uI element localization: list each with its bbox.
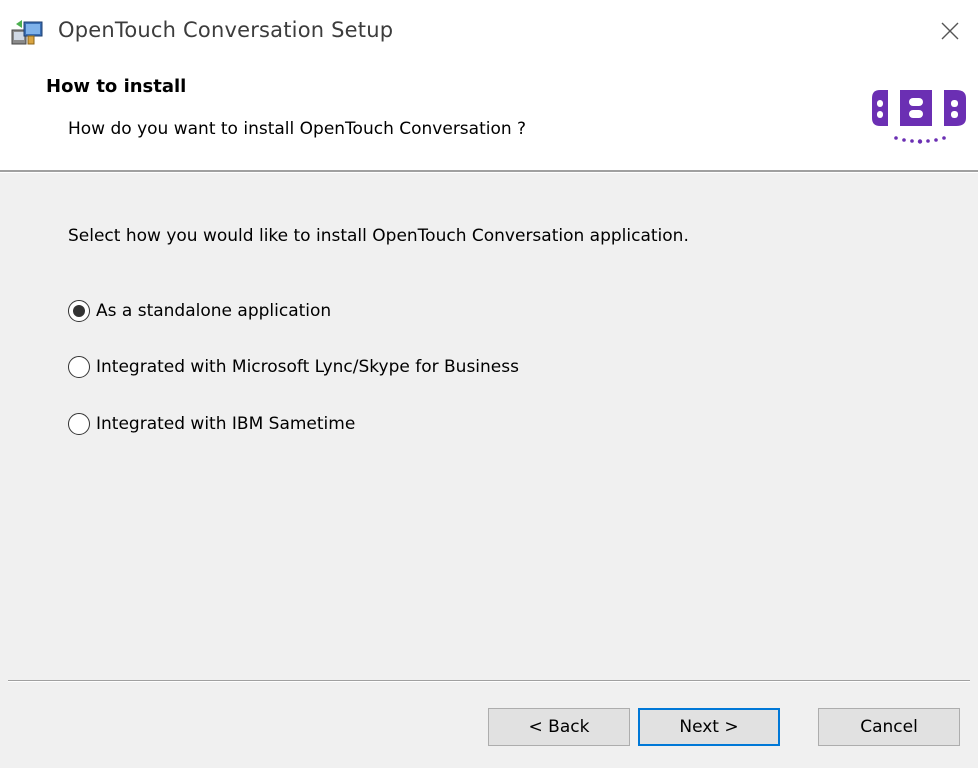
header-banner: How to install How do you want to instal… xyxy=(0,62,978,170)
page-title: How to install xyxy=(46,76,187,97)
window-title: OpenTouch Conversation Setup xyxy=(58,18,394,42)
close-icon xyxy=(941,22,959,40)
option-standalone[interactable]: As a standalone application xyxy=(68,300,331,322)
radio-lync-skype[interactable] xyxy=(68,356,90,378)
opentouch-logo-icon xyxy=(872,90,966,144)
option-ibm-sametime[interactable]: Integrated with IBM Sametime xyxy=(68,413,355,435)
instruction-text: Select how you would like to install Ope… xyxy=(68,226,689,246)
option-label: Integrated with IBM Sametime xyxy=(96,414,356,434)
radio-standalone[interactable] xyxy=(68,300,90,322)
title-bar: OpenTouch Conversation Setup xyxy=(0,0,978,62)
option-label: As a standalone application xyxy=(96,301,332,321)
option-lync-skype[interactable]: Integrated with Microsoft Lync/Skype for… xyxy=(68,356,519,378)
option-label: Integrated with Microsoft Lync/Skype for… xyxy=(96,357,519,377)
back-button[interactable]: < Back xyxy=(488,708,630,746)
setup-window: OpenTouch Conversation Setup How to inst… xyxy=(0,0,978,768)
radio-ibm-sametime[interactable] xyxy=(68,413,90,435)
header-divider xyxy=(0,170,978,173)
installer-app-icon xyxy=(11,20,43,45)
cancel-button[interactable]: Cancel xyxy=(818,708,960,746)
radio-selected-dot xyxy=(73,305,85,317)
footer-divider xyxy=(8,680,970,682)
next-button[interactable]: Next > xyxy=(638,708,780,746)
page-subtitle: How do you want to install OpenTouch Con… xyxy=(68,119,527,139)
close-button[interactable] xyxy=(922,0,978,62)
